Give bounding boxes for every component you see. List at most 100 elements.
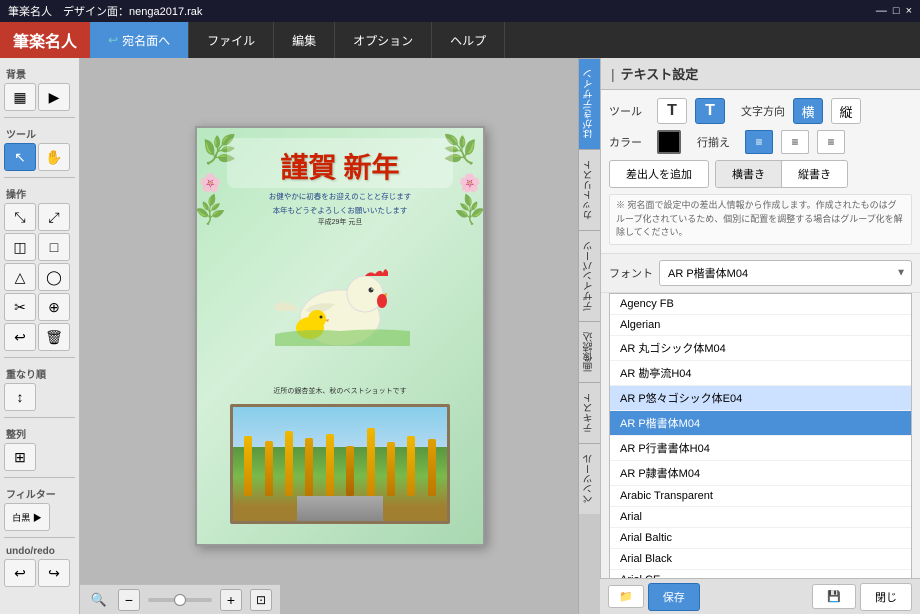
right-panel: | テキスト設定 ツール T T 文字方向 横 縦 カラー 行揃え ≡ ≡ ≡ [600, 58, 920, 614]
color-swatch[interactable] [657, 130, 681, 154]
filter-bw-btn[interactable]: 白黒 ▶ [4, 503, 50, 531]
menu-items: ↩ 宛名面へ ファイル 編集 オプション ヘルプ [90, 22, 920, 58]
font-option-11[interactable]: Arial Black [610, 549, 911, 570]
bg-btn[interactable]: ▦ [4, 83, 36, 111]
zoom-icon: 🔍 [88, 589, 110, 611]
postcard-subtitle2: 本年もどうぞよろしくお願いいたします [269, 204, 412, 218]
canvas-icon: ↩ [108, 33, 118, 47]
scale-btn[interactable]: ⤡ [4, 203, 36, 231]
font-option-9[interactable]: Arial [610, 507, 911, 528]
align-section-label: 整列 [4, 422, 75, 443]
import-btn[interactable]: 📁 [608, 585, 644, 608]
font-option-10[interactable]: Arial Baltic [610, 528, 911, 549]
hand-tool-btn[interactable]: ✋ [38, 143, 70, 171]
font-option-2[interactable]: AR 丸ゴシック体M04 [610, 336, 911, 361]
menu-item-file[interactable]: ファイル [189, 22, 274, 58]
bg-section-label: 背景 [4, 62, 75, 83]
font-select-display[interactable]: AR P楷書体M04 ▼ [659, 260, 912, 286]
align-right-btn[interactable]: ≡ [817, 130, 845, 154]
minimize-btn[interactable]: — [876, 5, 887, 17]
font-option-4[interactable]: AR P悠々ゴシック体E04 [610, 386, 911, 411]
menu-item-options[interactable]: オプション [335, 22, 432, 58]
font-option-1[interactable]: Algerian [610, 315, 911, 336]
align-center-btn[interactable]: ≡ [781, 130, 809, 154]
tool-label: ツール [609, 103, 649, 119]
align-left-btn[interactable]: ≡ [745, 130, 773, 154]
cut-btn[interactable]: ✂ [4, 293, 36, 321]
font-section: フォント AR P楷書体M04 ▼ [601, 254, 920, 293]
zoom-fit-btn[interactable]: ⊡ [250, 589, 272, 611]
maximize-btn[interactable]: □ [893, 5, 900, 17]
font-option-5[interactable]: AR P楷書体M04 [610, 411, 911, 436]
tri-btn[interactable]: △ [4, 263, 36, 291]
menu-item-edit[interactable]: 編集 [274, 22, 335, 58]
font-select-wrapper: AR P楷書体M04 ▼ [659, 260, 912, 286]
vtab-hagaki[interactable]: はがきデザイン [579, 58, 600, 149]
vtab-image[interactable]: 画像読込 [579, 321, 600, 382]
direction-horizontal-btn[interactable]: 横 [793, 98, 823, 124]
font-option-7[interactable]: AR P隷書体M04 [610, 461, 911, 486]
order-btn[interactable]: ↕ [4, 383, 36, 411]
menu-item-help[interactable]: ヘルプ [432, 22, 505, 58]
rect-btn[interactable]: ◫ [4, 233, 36, 261]
vertical-writing-btn[interactable]: 縦書き [782, 161, 847, 187]
circle-btn[interactable]: ◯ [38, 263, 70, 291]
font-current-value: AR P楷書体M04 [668, 265, 748, 281]
redo-hist-btn[interactable]: ↪ [38, 559, 70, 587]
add-btn[interactable]: ⊕ [38, 293, 70, 321]
undo-hist-btn[interactable]: ↩ [4, 559, 36, 587]
text-settings: ツール T T 文字方向 横 縦 カラー 行揃え ≡ ≡ ≡ 差出人を追加 横書… [601, 90, 920, 254]
info-text: ※ 宛名面で設定中の差出人情報から作成します。作成されたものはグループ化されてい… [609, 194, 912, 245]
font-option-3[interactable]: AR 勘亭流H04 [610, 361, 911, 386]
horizontal-writing-btn[interactable]: 横書き [716, 161, 782, 187]
direction-label: 文字方向 [741, 103, 785, 119]
window-controls: — □ × [876, 5, 912, 17]
zoom-out-btn[interactable]: − [118, 589, 140, 611]
vtab-pen[interactable]: ペンツール [579, 443, 600, 514]
panel-title: テキスト設定 [621, 64, 699, 83]
select-tool-btn[interactable]: ↖ [4, 143, 36, 171]
canvas-area[interactable]: 🌿 🌿 🌸 🌸 🌿 🌿 謹賀 新年 お健やかに初春をお迎えのことと存じます 本年… [80, 58, 600, 614]
font-dropdown-arrow: ▼ [896, 267, 906, 278]
order-section-label: 重なり順 [4, 362, 75, 383]
postcard-photo [230, 404, 450, 524]
app-logo: 筆楽名人 [0, 22, 90, 58]
color-label: カラー [609, 134, 649, 150]
close-right-btn[interactable]: 💾 [812, 584, 856, 609]
zoom-slider[interactable] [148, 598, 212, 602]
filter-section-label: フィルター [4, 482, 75, 503]
bottom-bar: 📁 保存 💾 閉じ [600, 578, 920, 614]
rect2-btn[interactable]: □ [38, 233, 70, 261]
save-btn[interactable]: 保存 [648, 583, 700, 611]
right-panel-header: | テキスト設定 [601, 58, 920, 90]
font-label: フォント [609, 265, 653, 281]
font-dropdown[interactable]: Agency FBAlgerianAR 丸ゴシック体M04AR 勘亭流H04AR… [609, 293, 912, 614]
titlebar-title: 筆楽名人 デザイン面：nenga2017.rak [8, 3, 202, 19]
panel-icon: | [611, 66, 615, 82]
font-option-6[interactable]: AR P行書書体H04 [610, 436, 911, 461]
close-panel-btn[interactable]: 閉じ [860, 583, 912, 611]
font-option-0[interactable]: Agency FB [610, 294, 911, 315]
text-tool-btn-outline[interactable]: T [657, 98, 687, 124]
undoredo-section-label: undo/redo [4, 542, 75, 559]
undo-btn[interactable]: ↩ [4, 323, 36, 351]
align-btn[interactable]: ⊞ [4, 443, 36, 471]
main-content: 背景 ▦ ▶ ツール ↖ ✋ 操作 ⤡ ⤢ ◫ □ △ ◯ ✂ ⊕ ↩ [0, 58, 920, 614]
menu-item-canvas[interactable]: ↩ 宛名面へ [90, 22, 189, 58]
vtab-text[interactable]: テキスト [579, 382, 600, 443]
direction-vertical-btn[interactable]: 縦 [831, 98, 861, 124]
text-tool-btn-filled[interactable]: T [695, 98, 725, 124]
close-btn[interactable]: × [906, 5, 912, 17]
bg-arrow-btn[interactable]: ▶ [38, 83, 70, 111]
menubar: 筆楽名人 ↩ 宛名面へ ファイル 編集 オプション ヘルプ [0, 22, 920, 58]
add-sender-btn[interactable]: 差出人を追加 [609, 160, 709, 188]
vtab-design[interactable]: デザインパーツ [579, 230, 600, 321]
postcard-title: 謹賀 新年 [280, 146, 399, 186]
delete-btn[interactable]: 🗑 [38, 323, 70, 351]
writing-mode-btns: 横書き 縦書き [715, 160, 848, 188]
vtab-cut[interactable]: カットリスト [579, 149, 600, 230]
scale2-btn[interactable]: ⤢ [38, 203, 70, 231]
postcard-year: 平成29年 元旦 [269, 217, 412, 230]
zoom-in-btn[interactable]: + [220, 589, 242, 611]
font-option-8[interactable]: Arabic Transparent [610, 486, 911, 507]
